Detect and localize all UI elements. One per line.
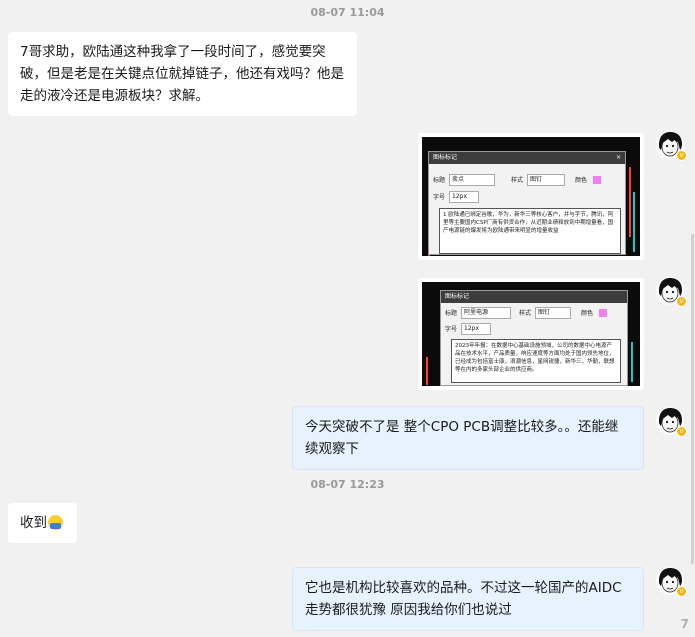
verified-badge-icon: v [676,586,687,597]
avatar[interactable]: v [656,407,687,437]
message-text: 收到 [20,515,47,531]
style-select: 图钉 [535,307,571,319]
verified-badge-icon: v [676,296,687,307]
verified-badge-icon: v [676,150,687,161]
color-swatch [593,176,601,184]
color-swatch [599,309,607,317]
size-select: 12px [449,191,479,203]
dialog-title: 图标标记 [445,293,470,300]
field-label: 字号 [445,326,458,333]
field-label: 标题 [433,177,446,184]
image-message[interactable]: 图标标记 × 标题 卖点 样式 图钉 颜色 字号 12px 1 欧陆通已绑定谷歌… [418,133,644,260]
close-icon: × [615,154,621,161]
timestamp: 08-07 12:23 [310,478,385,491]
message-text: 它也是机构比较喜欢的品种。不过这一轮国产的AIDC走势都很犹豫 原因我给你们也说… [305,580,622,618]
message-bubble-incoming[interactable]: 7哥求助，欧陆通这种我拿了一段时间了，感觉要突破，但是老是在关键点位就掉链子，他… [8,32,357,116]
message-bubble-outgoing[interactable]: 它也是机构比较喜欢的品种。不过这一轮国产的AIDC走势都很犹豫 原因我给你们也说… [292,567,644,631]
dialog-title: 图标标记 [433,154,458,161]
message-text: 今天突破不了是 整个CPO PCB调整比较多。。还能继续观察下 [305,419,619,457]
chat-window: 08-07 11:04 7哥求助，欧陆通这种我拿了一段时间了，感觉要突破，但是老… [0,0,695,637]
candle-mark [631,342,633,382]
candle-mark [426,357,428,385]
message-bubble-outgoing[interactable]: 今天突破不了是 整个CPO PCB调整比较多。。还能继续观察下 [292,406,644,470]
field-label: 字号 [433,194,446,201]
dialog-titlebar: 图标标记 × [429,152,625,164]
field-label: 颜色 [575,177,588,184]
watermark: 7 [680,617,689,631]
person-with-laptop-emoji-icon [48,515,63,530]
title-field: 卖点 [449,174,495,186]
size-select: 12px [461,323,491,335]
candle-mark [633,192,635,252]
timestamp: 08-07 11:04 [310,6,385,19]
screenshot-thumbnail: 图标标记 标题 阿里电源 样式 图钉 颜色 字号 12px 2023年年报：在数… [422,282,640,386]
note-textbox: 1 欧陆通已绑定谷歌，华为，新华三等核心客户，并与字节，腾讯，阿里等主要国内CS… [439,208,621,254]
field-label: 标题 [445,310,458,317]
screenshot-thumbnail: 图标标记 × 标题 卖点 样式 图钉 颜色 字号 12px 1 欧陆通已绑定谷歌… [422,137,640,256]
scrollbar[interactable] [691,234,694,564]
image-message[interactable]: 图标标记 标题 阿里电源 样式 图钉 颜色 字号 12px 2023年年报：在数… [418,278,644,390]
candle-mark [629,167,631,237]
note-textbox: 2023年年报：在数据中心基础设施领域，公司的数据中心电源产品在技术水平，产品质… [451,339,621,383]
mark-dialog: 图标标记 标题 阿里电源 样式 图钉 颜色 字号 12px 2023年年报：在数… [440,290,628,386]
message-text: 7哥求助，欧陆通这种我拿了一段时间了，感觉要突破，但是老是在关键点位就掉链子，他… [20,44,344,104]
avatar[interactable]: v [656,567,687,597]
title-field: 阿里电源 [461,307,511,319]
verified-badge-icon: v [676,426,687,437]
field-label: 样式 [511,177,524,184]
field-label: 样式 [519,310,532,317]
field-label: 颜色 [581,310,594,317]
avatar[interactable]: v [656,277,687,307]
dialog-titlebar: 图标标记 [441,291,627,303]
message-bubble-incoming[interactable]: 收到 [8,503,77,543]
mark-dialog: 图标标记 × 标题 卖点 样式 图钉 颜色 字号 12px 1 欧陆通已绑定谷歌… [428,151,626,255]
style-select: 图钉 [527,174,565,186]
avatar[interactable]: v [656,131,687,161]
